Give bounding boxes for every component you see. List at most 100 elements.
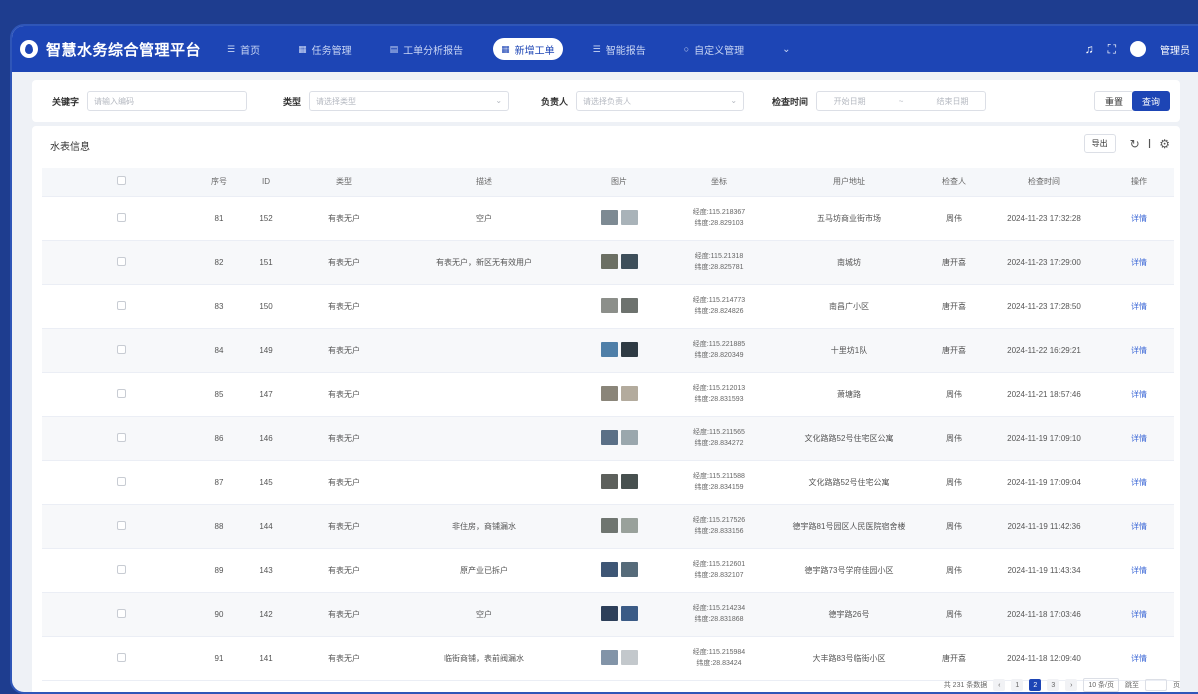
nav-item[interactable]: ▦ 任务管理 — [290, 38, 360, 60]
photo-thumbnail[interactable] — [620, 605, 638, 621]
photo-thumbnail[interactable] — [600, 517, 618, 533]
photo-thumbnail[interactable] — [620, 385, 638, 401]
photo-thumbnail[interactable] — [620, 429, 638, 445]
detail-link[interactable]: 详情 — [1131, 390, 1147, 399]
action-cell: 详情 — [1104, 416, 1174, 461]
row-checkbox-cell — [42, 328, 200, 373]
page-number-button[interactable]: 1 — [1011, 679, 1024, 691]
detail-link[interactable]: 详情 — [1131, 302, 1147, 311]
photo-thumbnail[interactable] — [620, 297, 638, 313]
user-name[interactable]: 管理员 — [1160, 42, 1190, 57]
expand-icon[interactable]: ⛶ — [1108, 42, 1116, 57]
page-unit-label: 页 — [1173, 682, 1180, 689]
detail-link[interactable]: 详情 — [1131, 610, 1147, 619]
panel-title: 水表信息 — [50, 142, 90, 153]
nav-item[interactable]: ▤ 工单分析报告 — [382, 38, 472, 60]
search-button[interactable]: 查询 — [1131, 91, 1170, 111]
photo-thumbnail[interactable] — [620, 473, 638, 489]
photo-thumbnail[interactable] — [600, 385, 618, 401]
detail-link[interactable]: 详情 — [1131, 654, 1147, 663]
coord-cell: 经度:115.212013 纬度:28.831593 — [664, 372, 774, 417]
inspector-cell: 周伟 — [924, 548, 984, 593]
goto-page-input[interactable] — [1145, 679, 1167, 691]
desc-cell: 非住房，商铺漏水 — [394, 504, 574, 549]
photo-thumbnail[interactable] — [620, 209, 638, 225]
end-date-input[interactable]: 结束日期 — [937, 96, 969, 107]
action-cell: 详情 — [1104, 284, 1174, 329]
nav-item[interactable]: ○ 自定义管理 — [676, 38, 752, 60]
nav-item[interactable]: ⌄ — [774, 38, 798, 60]
start-date-input[interactable]: 开始日期 — [834, 96, 866, 107]
table-row: 86 146 有表无户 经度:115.211565 纬度:28.834272 文化路路52… — [42, 416, 1174, 461]
coord-cell: 经度:115.211565 纬度:28.834272 — [664, 416, 774, 461]
photo-thumbnail[interactable] — [600, 649, 618, 665]
next-page-button[interactable]: › — [1065, 679, 1078, 691]
detail-link[interactable]: 详情 — [1131, 478, 1147, 487]
row-checkbox[interactable] — [116, 212, 126, 222]
menu-icon: ▦ — [298, 43, 307, 54]
bell-icon[interactable]: ♫ — [1085, 42, 1094, 56]
photo-thumbnail[interactable] — [620, 649, 638, 665]
row-checkbox[interactable] — [116, 476, 126, 486]
row-checkbox[interactable] — [116, 652, 126, 662]
detail-link[interactable]: 详情 — [1131, 434, 1147, 443]
row-checkbox[interactable] — [116, 432, 126, 442]
avatar[interactable] — [1130, 41, 1146, 57]
column-height-icon[interactable]: Ⅰ — [1148, 137, 1152, 151]
photo-thumbnail[interactable] — [620, 341, 638, 357]
row-checkbox-cell — [42, 460, 200, 505]
photo-thumbnail[interactable] — [620, 517, 638, 533]
row-checkbox-cell — [42, 416, 200, 461]
owner-select[interactable]: 请选择负责人 ⌄ — [576, 91, 745, 111]
detail-link[interactable]: 详情 — [1131, 346, 1147, 355]
export-button[interactable]: 导出 — [1083, 134, 1116, 153]
row-checkbox[interactable] — [116, 388, 126, 398]
detail-link[interactable]: 详情 — [1131, 258, 1147, 267]
photo-thumbnail[interactable] — [600, 473, 618, 489]
nav-item-label: ⌄ — [782, 43, 791, 55]
nav-item-label: 自定义管理 — [694, 45, 745, 57]
page-number-button[interactable]: 2 — [1029, 679, 1042, 691]
table-row: 81 152 有表无户 空户 经度:115.218367 纬度:28.829103 五马坊商… — [42, 196, 1174, 241]
photo-thumbnail[interactable] — [600, 429, 618, 445]
prev-page-button[interactable]: ‹ — [993, 679, 1006, 691]
detail-link[interactable]: 详情 — [1131, 214, 1147, 223]
photo-thumbnail[interactable] — [600, 561, 618, 577]
seq-cell: 90 — [200, 592, 238, 637]
photo-thumbnail[interactable] — [600, 605, 618, 621]
nav-item-label: 工单分析报告 — [403, 45, 464, 57]
photo-thumbnail[interactable] — [600, 341, 618, 357]
detail-link[interactable]: 详情 — [1131, 522, 1147, 531]
page-size-select[interactable]: 10 条/页 — [1083, 678, 1119, 692]
refresh-icon[interactable]: ↻ — [1130, 137, 1140, 151]
longitude: 经度:115.211565 — [693, 429, 745, 436]
type-select[interactable]: 请选择类型 ⌄ — [309, 91, 510, 111]
photo-thumbnail[interactable] — [600, 209, 618, 225]
row-checkbox[interactable] — [116, 256, 126, 266]
row-checkbox[interactable] — [116, 564, 126, 574]
photo-thumbnail[interactable] — [620, 253, 638, 269]
nav-item[interactable]: ☰ 智能报告 — [585, 38, 654, 60]
settings-icon[interactable]: ⚙ — [1159, 137, 1170, 151]
desc-cell — [394, 284, 574, 329]
nav-item-label: 首页 — [240, 45, 261, 57]
page-number-button[interactable]: 3 — [1047, 679, 1060, 691]
nav-item[interactable]: ☰ 首页 — [219, 38, 268, 60]
photo-thumbnail[interactable] — [600, 253, 618, 269]
photo-thumbnail[interactable] — [620, 561, 638, 577]
select-all-checkbox[interactable] — [116, 176, 126, 186]
nav-item[interactable]: ▦ 新增工单 — [493, 38, 563, 60]
reset-button[interactable]: 重置 — [1093, 91, 1134, 111]
keyword-input[interactable]: 请输入编码 — [87, 91, 248, 111]
row-checkbox[interactable] — [116, 608, 126, 618]
row-checkbox[interactable] — [116, 300, 126, 310]
table-row: 89 143 有表无户 原产业已拆户 经度:115.212601 纬度:28.832107… — [42, 548, 1174, 593]
latitude: 纬度:28.820349 — [694, 352, 744, 359]
row-checkbox[interactable] — [116, 344, 126, 354]
detail-link[interactable]: 详情 — [1131, 566, 1147, 575]
row-checkbox[interactable] — [116, 520, 126, 530]
time-cell: 2024-11-18 12:09:40 — [984, 636, 1104, 681]
date-range-picker[interactable]: 开始日期 ~ 结束日期 — [816, 91, 987, 111]
photo-thumbnail[interactable] — [600, 297, 618, 313]
desc-cell — [394, 416, 574, 461]
